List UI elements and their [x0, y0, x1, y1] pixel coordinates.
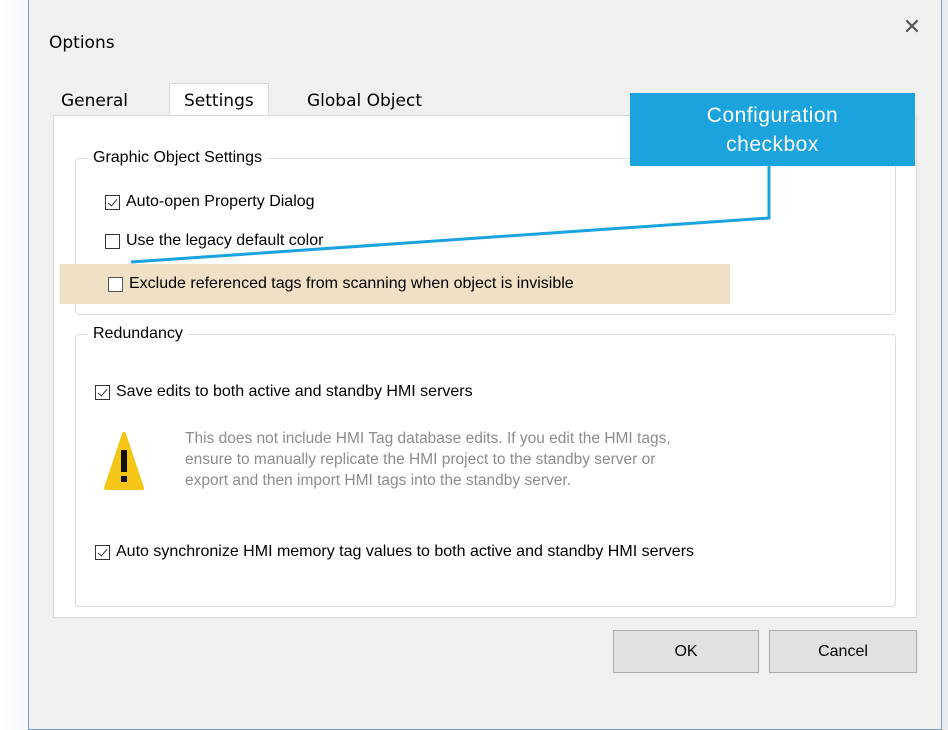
- callout-line-1: Configuration: [706, 104, 839, 127]
- tab-global-object[interactable]: Global Object: [307, 87, 422, 115]
- checkbox-box[interactable]: [105, 233, 120, 249]
- tab-settings-label: Settings: [184, 91, 254, 111]
- checkbox-box[interactable]: [105, 194, 120, 210]
- tab-settings[interactable]: Settings: [169, 83, 269, 117]
- close-icon[interactable]: ✕: [897, 13, 927, 43]
- tab-global-object-label: Global Object: [307, 91, 422, 111]
- auto-synchronize-checkbox[interactable]: Auto synchronize HMI memory tag values t…: [95, 543, 694, 561]
- tab-general-label: General: [61, 91, 128, 111]
- warning-line: export and then import HMI tags into the…: [185, 472, 571, 489]
- graphic-object-settings-legend: Graphic Object Settings: [88, 147, 267, 169]
- warning-icon: [104, 432, 144, 490]
- cancel-button[interactable]: Cancel: [769, 630, 917, 673]
- checkbox-box[interactable]: [95, 384, 110, 400]
- warning-line: This does not include HMI Tag database e…: [185, 430, 671, 447]
- exclude-referenced-tags-checkbox[interactable]: Exclude referenced tags from scanning wh…: [108, 275, 574, 293]
- warning-message: This does not include HMI Tag database e…: [185, 428, 885, 491]
- title-bar: Options ✕: [29, 0, 941, 69]
- configuration-checkbox-callout: Configuration checkbox: [630, 93, 915, 166]
- save-edits-label: Save edits to both active and standby HM…: [116, 383, 473, 400]
- auto-synchronize-label: Auto synchronize HMI memory tag values t…: [116, 543, 695, 560]
- save-edits-checkbox[interactable]: Save edits to both active and standby HM…: [95, 383, 473, 401]
- callout-line-2: checkbox: [726, 133, 819, 156]
- use-legacy-default-color-label: Use the legacy default color: [126, 232, 324, 249]
- checkbox-box[interactable]: [108, 276, 123, 292]
- exclude-referenced-tags-label: Exclude referenced tags from scanning wh…: [129, 275, 574, 292]
- auto-open-property-dialog-checkbox[interactable]: Auto-open Property Dialog: [105, 193, 315, 211]
- warning-line: ensure to manually replicate the HMI pro…: [185, 451, 656, 468]
- use-legacy-default-color-checkbox[interactable]: Use the legacy default color: [105, 232, 323, 250]
- checkbox-box[interactable]: [95, 544, 110, 560]
- auto-open-property-dialog-label: Auto-open Property Dialog: [126, 193, 315, 210]
- window-title: Options: [49, 33, 115, 53]
- ok-button[interactable]: OK: [613, 630, 759, 673]
- tab-general[interactable]: General: [61, 87, 128, 115]
- redundancy-legend: Redundancy: [88, 323, 188, 345]
